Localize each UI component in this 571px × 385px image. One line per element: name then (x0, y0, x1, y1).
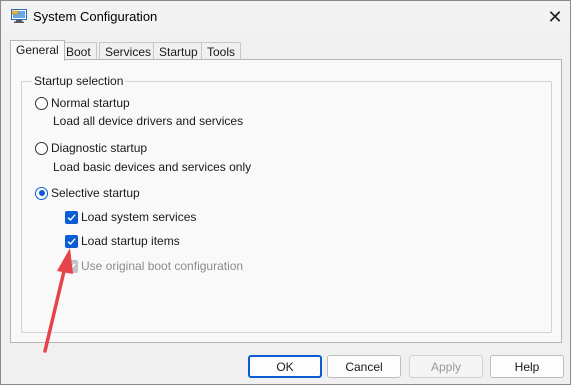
checkmark-icon (67, 237, 76, 245)
checkmark-icon (67, 213, 76, 221)
diagnostic-startup-radio[interactable]: Diagnostic startup (35, 141, 147, 155)
close-button[interactable]: ✕ (540, 1, 570, 33)
checkmark-icon (67, 262, 76, 270)
selective-startup-radio[interactable]: Selective startup (35, 186, 140, 200)
ok-button[interactable]: OK (248, 355, 322, 378)
general-tab-panel: Startup selection Normal startup Load al… (10, 59, 562, 343)
tab-tools[interactable]: Tools (201, 42, 242, 60)
normal-startup-label: Normal startup (51, 96, 130, 110)
diagnostic-startup-description: Load basic devices and services only (53, 160, 252, 174)
title-bar: System Configuration ✕ (1, 1, 570, 33)
tab-startup[interactable]: Startup (153, 42, 204, 60)
startup-selection-legend: Startup selection (32, 74, 126, 88)
load-startup-items-label: Load startup items (81, 234, 180, 248)
close-icon: ✕ (547, 6, 563, 27)
tab-services[interactable]: Services (99, 42, 158, 60)
radio-button[interactable] (35, 141, 48, 155)
startup-selection-group: Startup selection Normal startup Load al… (21, 74, 552, 333)
window-title: System Configuration (33, 9, 158, 24)
msconfig-icon (11, 9, 27, 23)
normal-startup-description: Load all device drivers and services (53, 114, 244, 128)
radio-button[interactable] (35, 96, 48, 110)
radio-button-selected[interactable] (35, 186, 48, 200)
load-startup-items-checkbox[interactable]: Load startup items (65, 234, 180, 248)
tab-boot[interactable]: Boot (60, 42, 97, 60)
load-system-services-checkbox[interactable]: Load system services (65, 210, 196, 224)
cancel-button[interactable]: Cancel (327, 355, 401, 378)
diagnostic-startup-label: Diagnostic startup (51, 141, 148, 155)
selective-startup-label: Selective startup (51, 186, 140, 200)
checkbox-disabled (65, 259, 78, 273)
load-system-services-label: Load system services (81, 210, 197, 224)
use-original-boot-configuration-checkbox: Use original boot configuration (65, 259, 243, 273)
checkbox-checked[interactable] (65, 210, 78, 224)
help-button[interactable]: Help (490, 355, 564, 378)
tab-general[interactable]: General (10, 40, 65, 61)
normal-startup-radio[interactable]: Normal startup (35, 96, 130, 110)
checkbox-checked[interactable] (65, 234, 78, 248)
apply-button: Apply (409, 355, 483, 378)
tab-bar: General Boot Services Startup Tools (10, 40, 560, 61)
system-configuration-window: System Configuration ✕ General Boot Serv… (0, 0, 571, 385)
use-original-boot-configuration-label: Use original boot configuration (81, 259, 244, 273)
